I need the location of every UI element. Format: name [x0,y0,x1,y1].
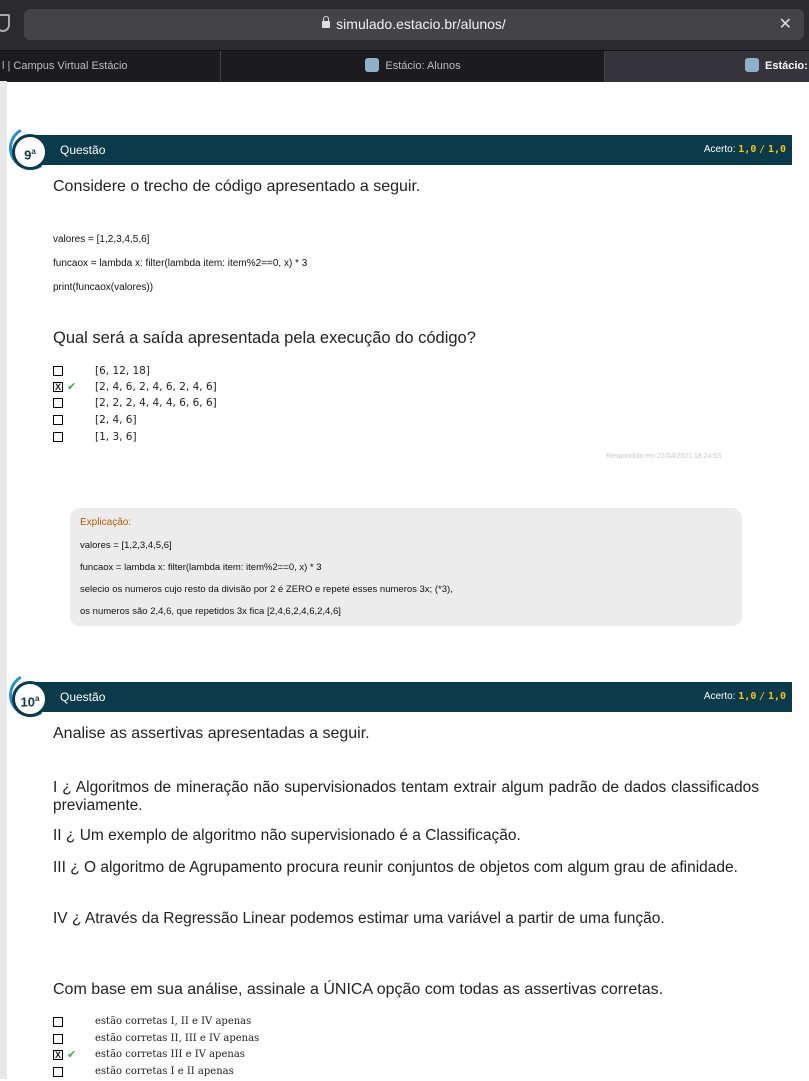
page-edge [0,81,7,1079]
question-header: Questão Acerto: 1,0 / 1,0 [30,682,792,712]
shield-icon[interactable] [0,14,10,32]
answered-timestamp: Respondido em 22/04/2021 18:24:53 [606,453,722,460]
correct-check-icon: ✔ [67,1049,77,1061]
code-line: print(funcaox(valores)) [53,282,154,293]
explanation-line: selecio os numeros cujo resto da divisão… [80,584,453,595]
assertion-text: III ¿ O algoritmo de Agrupamento procura… [53,859,738,876]
explanation-box: Explicação: valores = [1,2,3,4,5,6] func… [70,508,742,626]
browser-toolbar: simulado.estacio.br/alunos/ ✕ [0,0,809,50]
assertion-text: I ¿ Algoritmos de mineração não supervis… [53,779,759,814]
score: Acerto: 1,0 / 1,0 [703,691,786,702]
url-text: simulado.estacio.br/alunos/ [336,16,506,32]
assertion-text: II ¿ Um exemplo de algoritmo não supervi… [53,827,521,844]
checkbox[interactable] [53,398,63,408]
assertion-text: IV ¿ Através da Regressão Linear podemos… [53,910,665,927]
question-title: Questão [60,690,106,704]
question-title: Questão [60,143,106,157]
correct-check-icon: ✔ [67,381,77,393]
question-prompt: Qual será a saída apresentada pela execu… [53,329,476,347]
checkbox[interactable] [53,1017,63,1027]
checkbox[interactable] [53,415,63,425]
checkbox-checked[interactable]: X [53,1050,63,1060]
question-prompt: Com base em sua análise, assinale a ÚNIC… [53,981,664,998]
tab-campus-virtual[interactable]: l | Campus Virtual Estácio [0,51,221,82]
question-number-badge: 10a [12,681,48,717]
favicon-icon [745,58,759,73]
tab-strip: l | Campus Virtual Estácio Estácio: Alun… [0,50,809,82]
close-icon[interactable]: ✕ [779,14,792,34]
tab-estacio-active[interactable]: Estácio: [605,51,809,82]
code-line: funcaox = lambda x: filter(lambda item: … [53,258,308,269]
tab-estacio-alunos[interactable]: Estácio: Alunos [222,51,605,82]
explanation-line: valores = [1,2,3,4,5,6] [80,540,172,551]
checkbox[interactable] [53,432,63,442]
question-number-badge: 9a [12,134,48,170]
question-intro: Analise as assertivas apresentadas a seg… [53,725,370,742]
code-line: valores = [1,2,3,4,5,6] [53,234,150,245]
score: Acerto: 1,0 / 1,0 [703,144,786,155]
checkbox[interactable] [53,366,63,376]
question-intro: Considere o trecho de código apresentado… [53,178,421,195]
checkbox[interactable] [53,1067,63,1077]
lock-icon [322,16,331,28]
explanation-line: funcaox = lambda x: filter(lambda item: … [80,562,322,573]
checkbox[interactable] [53,1034,63,1044]
explanation-heading: Explicação: [80,517,132,528]
explanation-line: os numeros são 2,4,6, que repetidos 3x f… [80,606,341,617]
favicon-icon [365,58,380,73]
checkbox-checked[interactable]: X [53,382,63,392]
address-bar[interactable]: simulado.estacio.br/alunos/ ✕ [24,9,804,40]
question-header: Questão Acerto: 1,0 / 1,0 [30,135,792,165]
